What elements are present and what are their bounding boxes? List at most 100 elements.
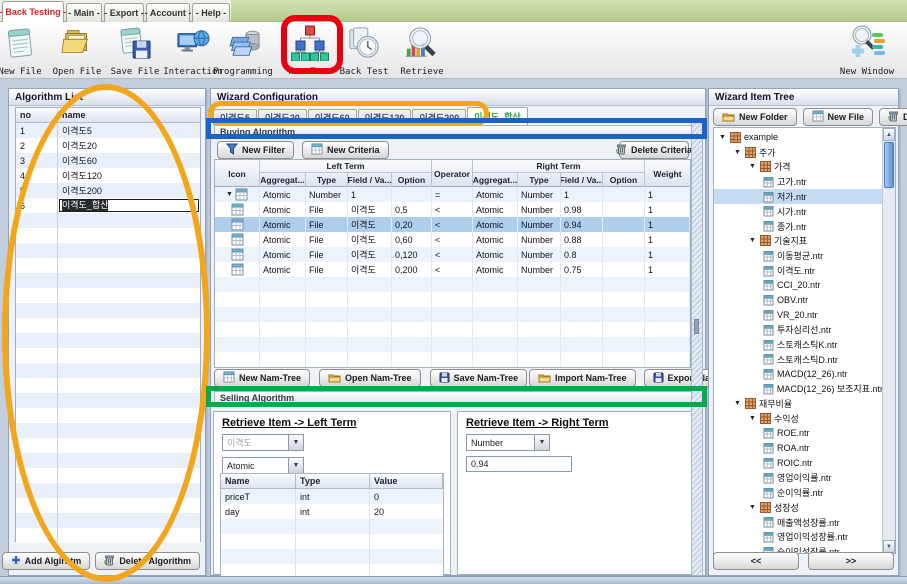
import-nam-tree-button[interactable]: Import Nam-Tree	[529, 369, 636, 387]
algorithm-row[interactable]	[16, 483, 200, 498]
tab-igeokdo5[interactable]: 이격도5	[213, 109, 257, 125]
criteria-row[interactable]	[215, 352, 690, 367]
criteria-row[interactable]	[215, 322, 690, 337]
new-window-button[interactable]: New Window	[835, 24, 899, 77]
scrollbar-thumb[interactable]	[884, 142, 894, 188]
expand-arrow-icon[interactable]: ▼	[748, 237, 757, 244]
algorithm-row[interactable]: 2이격도20	[16, 138, 200, 153]
algorithm-row[interactable]	[16, 318, 200, 333]
menu-tab-account[interactable]: - Account -	[146, 3, 190, 22]
menu-tab-main[interactable]: - Main -	[66, 3, 102, 22]
tree-file-node[interactable]: CCI_20.ntr	[714, 278, 883, 293]
tree-file-node[interactable]: MACD(12_26).ntr	[714, 367, 883, 382]
algorithm-row[interactable]	[16, 258, 200, 273]
criteria-row[interactable]	[215, 337, 690, 352]
expand-arrow-icon[interactable]: ▼	[748, 415, 757, 422]
open-file-button[interactable]: Open File	[45, 24, 109, 77]
delete-criteria-button[interactable]: Delete Criteria	[619, 141, 689, 159]
tree-file-node[interactable]: 영업이익률.ntr	[714, 470, 883, 485]
tree-file-node[interactable]: 스토캐스틱K.ntr	[714, 337, 883, 352]
criteria-row[interactable]: AtomicFile이격도0,60<AtomicNumber0.881	[215, 232, 690, 247]
tree-file-node[interactable]: OBV.ntr	[714, 293, 883, 308]
algorithm-row[interactable]	[16, 438, 200, 453]
page-next-button[interactable]: >>	[808, 552, 894, 570]
tree-file-node[interactable]: 이격도.ntr	[714, 263, 883, 278]
param-row[interactable]: priceTint0	[221, 489, 443, 504]
algorithm-row[interactable]	[16, 303, 200, 318]
chevron-down-icon[interactable]: ▼	[534, 435, 549, 450]
tree-folder-node[interactable]: ▼example	[714, 130, 883, 145]
new-nam-tree-button[interactable]: New Nam-Tree	[214, 369, 310, 387]
save-nam-tree-button[interactable]: Save Nam-Tree	[430, 369, 528, 387]
tree-folder-node[interactable]: ▼재무비율	[714, 396, 883, 411]
criteria-row[interactable]: AtomicFile이격도0,120<AtomicNumber0.81	[215, 247, 690, 262]
algorithm-row[interactable]	[16, 378, 200, 393]
left-term-field-combo[interactable]: 이격도 ▼	[222, 434, 304, 451]
tree-file-node[interactable]: 투자심리선.ntr	[714, 322, 883, 337]
buying-algorithm-header[interactable]: Buying Algorithm	[214, 125, 701, 139]
expand-arrow-icon[interactable]: ▼	[718, 134, 727, 141]
retrieve-button[interactable]: Retrieve	[390, 24, 454, 77]
scroll-up-icon[interactable]: ▲	[883, 128, 895, 141]
tab-igeokdo60[interactable]: 이격도60	[308, 109, 357, 125]
tree-file-node[interactable]: 스토캐스틱D.ntr	[714, 352, 883, 367]
tree-file-node[interactable]: ROE.ntr	[714, 426, 883, 441]
criteria-row[interactable]: AtomicFile이격도0,5<AtomicNumber0.981	[215, 202, 690, 217]
split-pane-divider[interactable]	[691, 122, 703, 576]
divider-grip[interactable]	[694, 319, 699, 334]
page-prev-button[interactable]: <<	[713, 552, 799, 570]
tree-file-node[interactable]: 종가.ntr	[714, 219, 883, 234]
tab-igeokdo120[interactable]: 이격도120	[358, 109, 412, 125]
tree-file-node[interactable]: ROIC.ntr	[714, 456, 883, 471]
criteria-row[interactable]	[215, 307, 690, 322]
algorithm-row[interactable]	[16, 498, 200, 513]
algorithm-row[interactable]	[16, 273, 200, 288]
tree-file-node[interactable]: 저가.ntr	[714, 189, 883, 204]
new-folder-button[interactable]: New Folder	[713, 108, 797, 126]
open-nam-tree-button[interactable]: Open Nam-Tree	[319, 369, 421, 387]
criteria-row[interactable]	[215, 292, 690, 307]
selling-algorithm-header[interactable]: Selling Algorithm	[214, 391, 701, 405]
tree-file-node[interactable]: 매출액성장률.ntr	[714, 515, 883, 530]
expand-arrow-icon[interactable]: ▼	[733, 400, 742, 407]
tree-file-node[interactable]: MACD(12_26) 보조지표.ntr	[714, 382, 883, 397]
algorithm-row[interactable]: 4이격도120	[16, 168, 200, 183]
new-criteria-button[interactable]: New Criteria	[302, 141, 389, 159]
back-test-button[interactable]: Back Test	[332, 24, 396, 77]
algorithm-row[interactable]	[16, 288, 200, 303]
algorithm-row[interactable]: 3이격도60	[16, 153, 200, 168]
algorithm-row[interactable]: 6이격도_합산	[16, 198, 200, 213]
delete-item-button[interactable]: Delete	[879, 108, 907, 126]
tab-igeokdo200[interactable]: 이격도200	[412, 109, 466, 125]
delete-algorithm-button[interactable]: Delete Algorithm	[95, 552, 200, 570]
criteria-row[interactable]: ▼AtomicNumber1=AtomicNumber11	[215, 187, 690, 202]
tree-file-node[interactable]: 이동평균.ntr	[714, 248, 883, 263]
algorithm-row[interactable]	[16, 228, 200, 243]
param-row[interactable]	[221, 534, 443, 549]
expand-arrow-icon[interactable]: ▼	[748, 163, 757, 170]
right-term-type-combo[interactable]: Number ▼	[466, 434, 550, 451]
algorithm-row[interactable]	[16, 348, 200, 363]
algorithm-row[interactable]	[16, 408, 200, 423]
algorithm-row[interactable]	[16, 528, 200, 543]
tree-folder-node[interactable]: ▼성장성	[714, 500, 883, 515]
left-term-aggregation-combo[interactable]: Atomic ▼	[222, 457, 304, 474]
tree-folder-node[interactable]: ▼주가	[714, 145, 883, 160]
chevron-down-icon[interactable]: ▼	[288, 435, 303, 450]
tab-igeokdo-hapsan[interactable]: 이격도_합산	[467, 107, 527, 125]
menu-tab-help[interactable]: - Help -	[192, 3, 230, 22]
chevron-down-icon[interactable]: ▼	[288, 458, 303, 473]
algorithm-row[interactable]: 5이격도200	[16, 183, 200, 198]
algorithm-row[interactable]	[16, 423, 200, 438]
expander-icon[interactable]: ▼	[226, 191, 233, 198]
criteria-row[interactable]: AtomicFile이격도0,20<AtomicNumber0.941	[215, 217, 690, 232]
tree-file-node[interactable]: ROA.ntr	[714, 441, 883, 456]
param-row[interactable]: dayint20	[221, 504, 443, 519]
criteria-row[interactable]	[215, 277, 690, 292]
tree-scrollbar[interactable]: ▲ ▼	[882, 128, 895, 553]
tree-file-node[interactable]: 시가.ntr	[714, 204, 883, 219]
tree-folder-node[interactable]: ▼가격	[714, 160, 883, 175]
menu-tab-export[interactable]: - Export -	[104, 3, 144, 22]
expand-arrow-icon[interactable]: ▼	[733, 149, 742, 156]
tab-igeokdo20[interactable]: 이격도20	[258, 109, 307, 125]
